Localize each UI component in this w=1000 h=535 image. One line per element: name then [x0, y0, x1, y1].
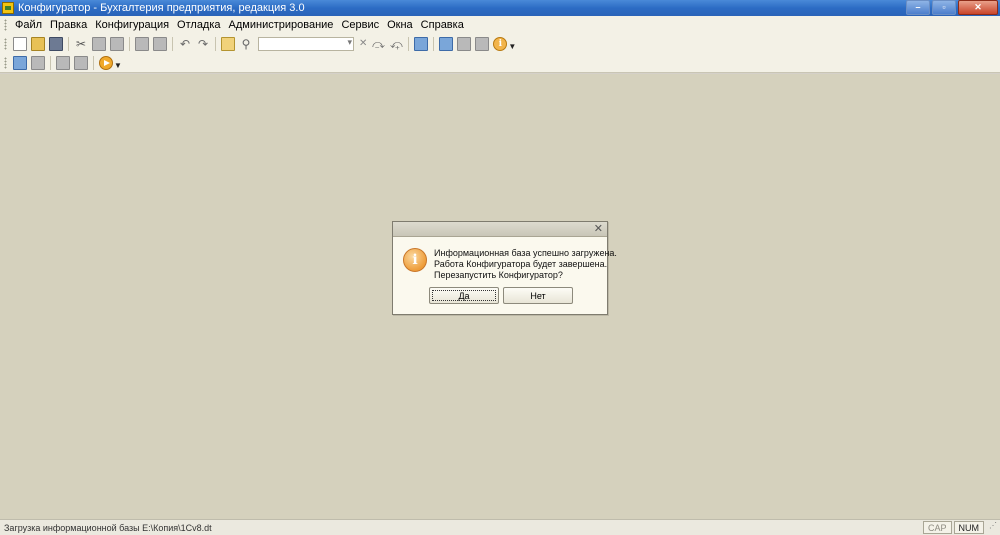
cut-icon[interactable]: ✂: [74, 37, 88, 51]
new-document-icon[interactable]: [13, 36, 27, 51]
status-bar: Загрузка информационной базы E:\Копия\1C…: [0, 519, 1000, 535]
search-icon[interactable]: ⚲: [239, 37, 253, 51]
dialog-message-line: Перезапустить Конфигуратор?: [434, 270, 563, 280]
dialog-message: Информационная база успешно загружена. Р…: [434, 248, 617, 281]
syntax-helper-icon[interactable]: [457, 36, 472, 51]
standard-toolbar: ✂ ↶ ↷ ⚲ ✕ ⤼ ⤽ i ▼: [0, 34, 1000, 53]
toolbar-separator: [50, 55, 51, 70]
caps-lock-indicator: CAP: [922, 521, 952, 534]
info-icon: i: [403, 248, 427, 272]
menu-configuration[interactable]: Конфигурация: [91, 19, 173, 31]
chevron-down-icon[interactable]: ▼: [114, 61, 122, 70]
toolbar-separator: [129, 36, 130, 51]
copy-icon[interactable]: [92, 36, 106, 51]
table-icon[interactable]: [74, 55, 88, 70]
database-icon[interactable]: [56, 55, 70, 70]
app-1c-icon: [2, 2, 14, 14]
message-dialog: ✕ i Информационная база успешно загружен…: [392, 221, 617, 315]
toolbar-separator: [408, 36, 410, 51]
yes-button[interactable]: Да: [429, 287, 499, 304]
no-button[interactable]: Нет: [503, 287, 573, 304]
open-folder-icon[interactable]: [31, 36, 45, 51]
undo-icon[interactable]: ↶: [178, 37, 192, 51]
toolbar-separator: [172, 36, 173, 51]
find-next-icon[interactable]: ⤼: [371, 37, 385, 51]
title-bar: Конфигуратор - Бухгалтерия предприятия, …: [0, 0, 1000, 16]
toolbar-grip-icon[interactable]: [4, 56, 7, 69]
dialog-body: i Информационная база успешно загружена.…: [393, 237, 617, 314]
find-previous-icon[interactable]: ⤽: [389, 37, 403, 51]
dialog-message-line: Работа Конфигуратора будет завершена.: [434, 259, 608, 269]
tools-icon[interactable]: [439, 36, 454, 51]
clear-search-icon[interactable]: ✕: [359, 38, 367, 49]
close-window-button[interactable]: ✕: [958, 0, 998, 15]
print-preview-icon[interactable]: [153, 36, 167, 51]
print-icon[interactable]: [135, 36, 149, 51]
close-icon[interactable]: ✕: [594, 222, 603, 236]
menu-file[interactable]: Файл: [11, 19, 46, 31]
toolbar-separator: [68, 36, 69, 51]
menu-debug[interactable]: Отладка: [173, 19, 224, 31]
resize-grip-icon[interactable]: ⋰: [986, 521, 1000, 534]
menu-grip-icon[interactable]: [4, 19, 7, 31]
menu-edit[interactable]: Правка: [46, 19, 91, 31]
menu-service[interactable]: Сервис: [337, 19, 383, 31]
menu-bar: Файл Правка Конфигурация Отладка Админис…: [0, 16, 1000, 34]
maximize-button[interactable]: ▫: [932, 0, 956, 15]
menu-windows[interactable]: Окна: [383, 19, 417, 31]
menu-help[interactable]: Справка: [417, 19, 468, 31]
toolbar-grip-icon[interactable]: [4, 37, 7, 50]
search-combo-input[interactable]: [258, 36, 354, 51]
window-title: Конфигуратор - Бухгалтерия предприятия, …: [18, 2, 305, 14]
properties-icon[interactable]: [475, 36, 490, 51]
windows-icon[interactable]: [414, 36, 429, 51]
run-enterprise-icon[interactable]: [99, 55, 113, 70]
save-icon[interactable]: [49, 36, 63, 51]
menu-administration[interactable]: Администрирование: [225, 19, 338, 31]
dialog-message-line: Информационная база успешно загружена.: [434, 248, 617, 258]
minimize-button[interactable]: –: [906, 0, 930, 15]
toolbar-separator: [215, 36, 216, 51]
num-lock-indicator: NUM: [953, 521, 984, 534]
toolbar-separator: [433, 36, 435, 51]
configuration-toolbar: ▼: [0, 53, 1000, 73]
config-tree-icon[interactable]: [31, 55, 45, 70]
find-icon[interactable]: [221, 36, 235, 51]
paste-icon[interactable]: [110, 36, 124, 51]
toolbar-separator: [93, 55, 94, 70]
info-icon[interactable]: i: [493, 36, 508, 51]
dialog-title-bar[interactable]: ✕: [393, 222, 607, 237]
window-controls: – ▫ ✕: [906, 0, 998, 15]
redo-icon[interactable]: ↷: [196, 37, 210, 51]
chevron-down-icon[interactable]: ▼: [508, 42, 516, 51]
module-icon[interactable]: [13, 55, 27, 70]
status-text: Загрузка информационной базы E:\Копия\1C…: [4, 522, 212, 533]
